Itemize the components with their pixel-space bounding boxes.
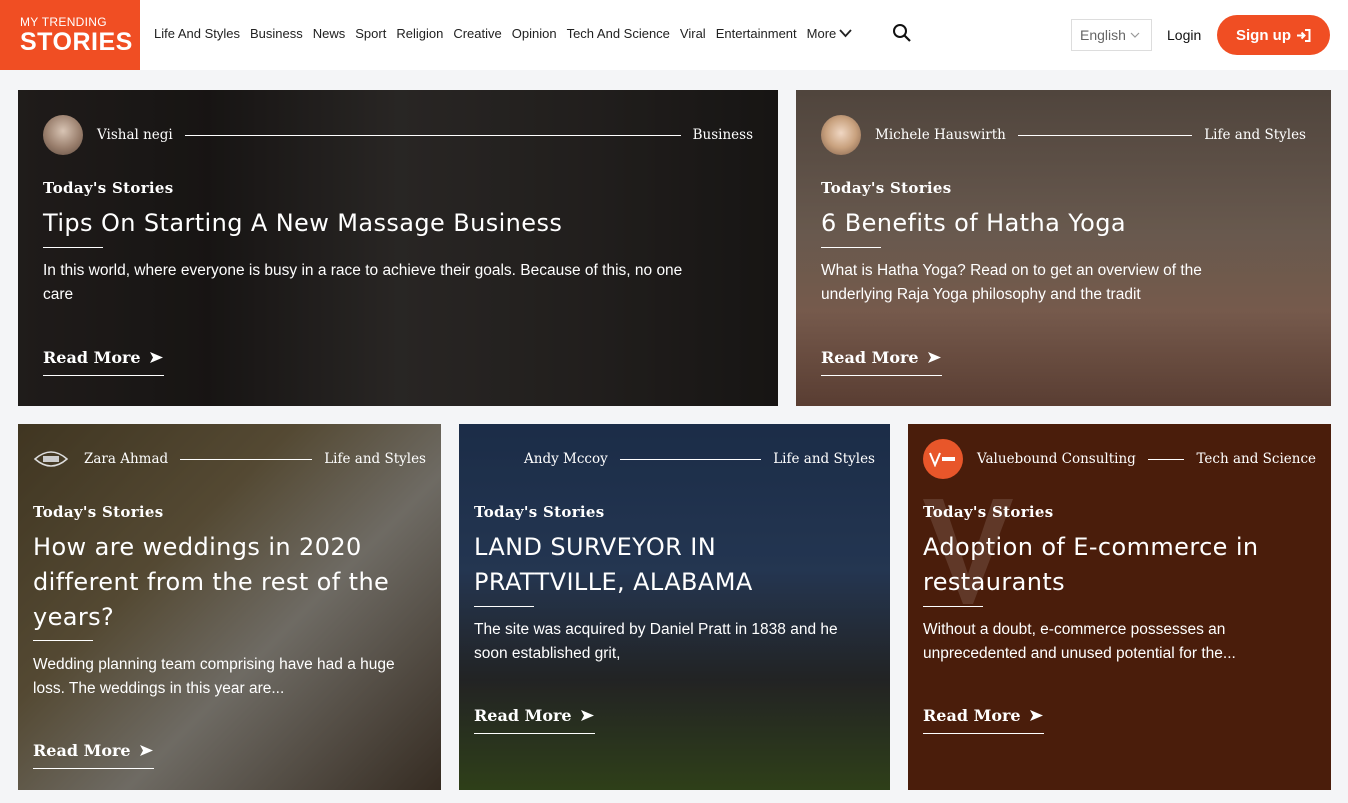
card-meta: Michele Hauswirth Life and Styles [821,115,1306,155]
read-more-label: Read More [43,348,141,367]
logo-line2: STORIES [20,28,133,56]
nav-viral[interactable]: Viral [680,26,706,41]
category-label[interactable]: Life and Styles [1204,127,1306,143]
site-header: MY TRENDING STORIES Life And Styles Busi… [0,0,1348,70]
nav-sport[interactable]: Sport [355,26,386,41]
send-arrow-icon [1029,710,1043,721]
valuebound-logo-icon [929,452,955,467]
story-excerpt: In this world, where everyone is busy in… [43,262,683,303]
send-arrow-icon [139,745,153,756]
author-name[interactable]: Vishal negi [97,127,173,143]
title-underline [923,606,983,607]
nav-more[interactable]: More [807,26,853,41]
story-excerpt: Without a doubt, e-commerce possesses an… [923,621,1236,662]
nav-more-label: More [806,26,837,41]
brand-logo-icon [33,451,69,467]
story-title[interactable]: How are weddings in 2020 different from … [33,530,403,635]
avatar [923,439,963,479]
language-select[interactable]: English [1071,19,1152,51]
read-more-label: Read More [474,706,572,725]
avatar [821,115,861,155]
story-title[interactable]: 6 Benefits of Hatha Yoga [821,206,1311,241]
author-name[interactable]: Valuebound Consulting [977,451,1136,467]
section-label: Today's Stories [43,179,174,197]
title-underline [474,606,534,607]
section-label: Today's Stories [821,179,952,197]
read-more-link[interactable]: Read More [474,706,595,734]
nav-news[interactable]: News [313,26,346,41]
story-card[interactable]: Vishal negi Business Today's Stories Tip… [18,90,778,406]
story-card[interactable]: Andy Mccoy Life and Styles Today's Stori… [459,424,890,790]
story-title[interactable]: Adoption of E-commerce in restaurants [923,530,1303,600]
nav-opinion[interactable]: Opinion [512,26,557,41]
divider [1017,134,1193,136]
nav-entertainment[interactable]: Entertainment [716,26,797,41]
category-label[interactable]: Life and Styles [773,451,875,467]
read-more-label: Read More [923,706,1021,725]
card-meta: Andy Mccoy Life and Styles [474,439,875,479]
avatar [43,115,83,155]
chevron-down-icon [839,29,852,38]
story-card[interactable]: Zara Ahmad Life and Styles Today's Stori… [18,424,441,790]
story-card[interactable]: Michele Hauswirth Life and Styles Today'… [796,90,1331,406]
avatar [33,439,69,479]
read-more-label: Read More [821,348,919,367]
divider [1147,458,1185,460]
section-label: Today's Stories [33,503,164,521]
story-excerpt: Wedding planning team comprising have ha… [33,656,395,697]
card-meta: Vishal negi Business [43,115,753,155]
title-underline [33,640,93,641]
read-more-link[interactable]: Read More [43,348,164,376]
send-arrow-icon [149,352,163,363]
nav-life-and-styles[interactable]: Life And Styles [154,26,240,41]
read-more-link[interactable]: Read More [33,741,154,769]
author-name[interactable]: Michele Hauswirth [875,127,1006,143]
main-nav: Life And Styles Business News Sport Reli… [154,26,862,41]
divider [184,134,681,136]
section-label: Today's Stories [474,503,605,521]
story-excerpt: The site was acquired by Daniel Pratt in… [474,621,838,662]
signup-label: Sign up [1236,26,1291,44]
title-underline [821,247,881,248]
card-meta: Zara Ahmad Life and Styles [33,439,426,479]
login-link[interactable]: Login [1167,27,1201,43]
sign-in-icon [1297,28,1311,42]
nav-creative[interactable]: Creative [453,26,501,41]
card-meta: Valuebound Consulting Tech and Science [923,439,1316,479]
title-underline [43,247,103,248]
read-more-label: Read More [33,741,131,760]
nav-tech-and-science[interactable]: Tech And Science [567,26,670,41]
category-label[interactable]: Life and Styles [324,451,426,467]
section-label: Today's Stories [923,503,1054,521]
story-title[interactable]: Tips On Starting A New Massage Business [43,206,743,241]
category-label[interactable]: Business [693,127,753,143]
avatar [474,439,510,479]
category-label[interactable]: Tech and Science [1196,451,1316,467]
site-logo[interactable]: MY TRENDING STORIES [0,0,140,70]
author-name[interactable]: Zara Ahmad [84,451,168,467]
author-name[interactable]: Andy Mccoy [524,451,608,467]
nav-business[interactable]: Business [250,26,303,41]
read-more-link[interactable]: Read More [923,706,1044,734]
nav-religion[interactable]: Religion [396,26,443,41]
language-value: English [1080,27,1126,43]
story-card[interactable]: Valuebound Consulting Tech and Science T… [908,424,1331,790]
divider [180,458,313,460]
search-icon[interactable] [892,23,912,43]
story-excerpt: What is Hatha Yoga? Read on to get an ov… [821,262,1202,303]
send-arrow-icon [580,710,594,721]
story-title[interactable]: LAND SURVEYOR IN PRATTVILLE, ALABAMA [474,530,874,600]
read-more-link[interactable]: Read More [821,348,942,376]
send-arrow-icon [927,352,941,363]
signup-button[interactable]: Sign up [1217,15,1330,55]
chevron-down-icon [1130,32,1140,38]
divider [619,458,762,460]
